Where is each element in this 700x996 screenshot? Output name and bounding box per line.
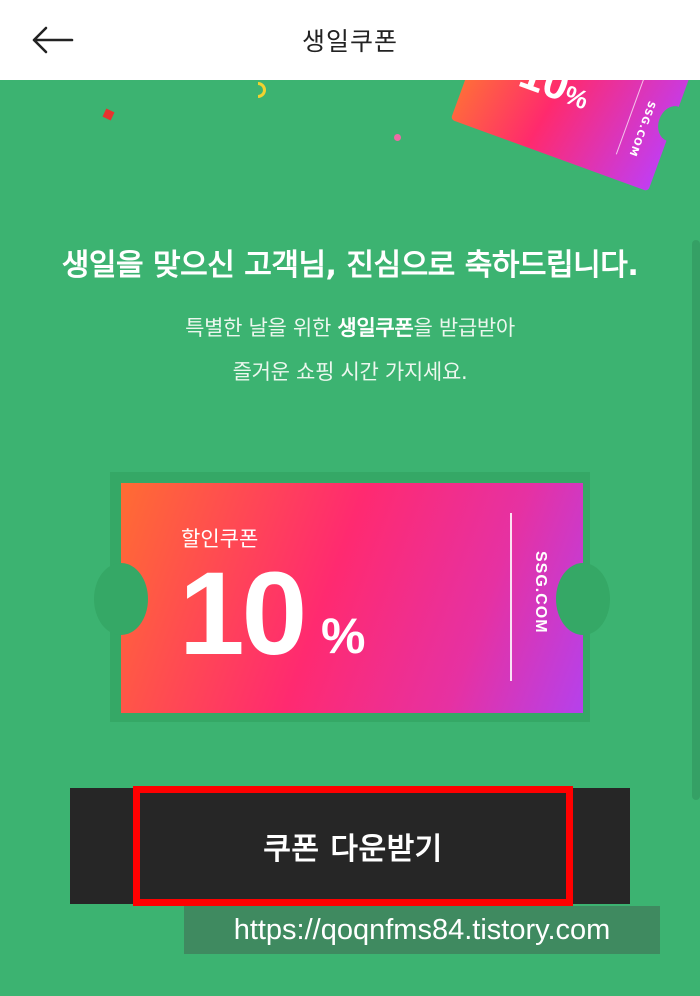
page-title: 생일쿠폰 — [301, 27, 398, 56]
greeting-subtext-line2: 즐거운 쇼핑 시간 가지세요. — [232, 360, 468, 384]
watermark-url: https://qoqnfms84.tistory.com — [184, 906, 660, 954]
confetti-piece — [258, 82, 266, 98]
back-button[interactable] — [28, 20, 76, 60]
decorative-coupon-image: 10% SSG.COM — [450, 80, 700, 192]
decorative-coupon-brand: SSG.COM — [626, 99, 657, 159]
arrow-left-icon — [32, 26, 74, 54]
confetti-piece — [394, 134, 401, 141]
coupon-download-button[interactable]: 쿠폰 다운받기 — [133, 786, 573, 906]
coupon-brand: SSG.COM — [532, 551, 549, 634]
greeting-subtext-line1: 특별한 날을 위한 생일쿠폰을 받급받아 — [185, 316, 515, 340]
coupon-divider — [510, 513, 512, 681]
app-header: 생일쿠폰 — [0, 0, 700, 80]
birthday-coupon-emphasis: 생일쿠폰 — [337, 316, 414, 340]
birthday-coupon-page: 10% SSG.COM 생일을 맞으신 고객님, 진심으로 축하드립니다. 특별… — [0, 80, 700, 996]
coupon-discount-unit: % — [321, 608, 366, 664]
coupon-notch-right — [556, 563, 610, 635]
discount-coupon-card: 할인쿠폰 10 % SSG.COM — [94, 483, 610, 713]
confetti-piece — [102, 108, 115, 121]
coupon-notch-left — [94, 563, 148, 635]
greeting-headline: 생일을 맞으신 고객님, 진심으로 축하드립니다. — [61, 248, 639, 283]
coupon-download-label: 쿠폰 다운받기 — [263, 832, 443, 867]
coupon-discount-value: 10 — [179, 548, 307, 680]
